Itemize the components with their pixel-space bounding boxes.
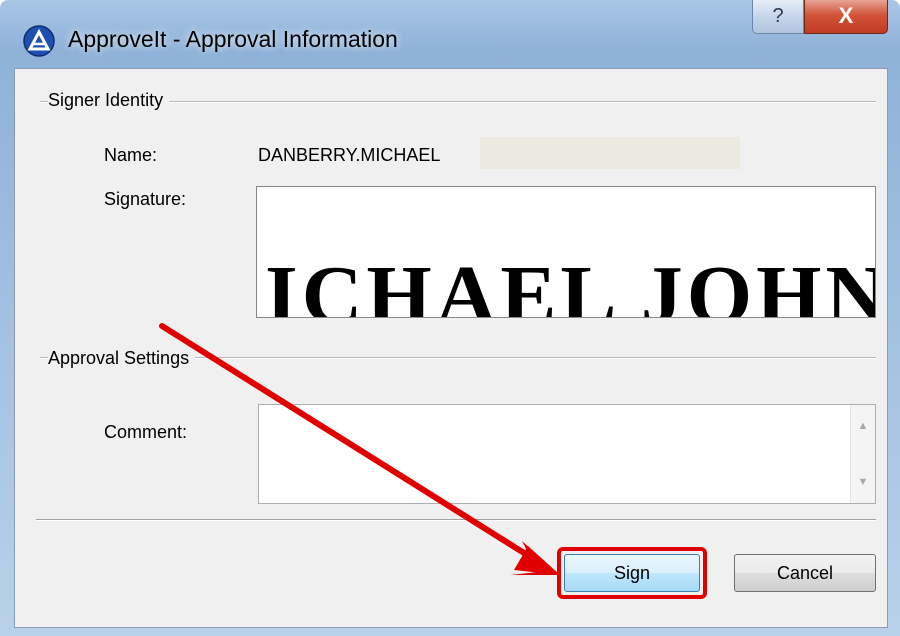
signer-identity-group-title: Signer Identity bbox=[48, 90, 170, 111]
sign-button-highlight bbox=[557, 547, 707, 599]
cancel-button[interactable]: Cancel bbox=[734, 554, 876, 592]
help-button[interactable]: ? bbox=[752, 0, 804, 34]
scroll-up-icon[interactable]: ▲ bbox=[851, 415, 875, 437]
signature-label: Signature: bbox=[104, 189, 187, 209]
comment-label: Comment: bbox=[104, 422, 188, 442]
scroll-down-icon[interactable]: ▼ bbox=[851, 471, 875, 493]
signature-image: ICHAEL JOHN bbox=[256, 186, 876, 318]
name-label: Name: bbox=[104, 145, 158, 165]
window-title: ApproveIt - Approval Information bbox=[68, 26, 398, 52]
comment-scrollbar[interactable]: ▲ ▼ bbox=[850, 405, 875, 503]
name-value: DANBERRY.MICHAEL bbox=[258, 145, 441, 165]
title-bar[interactable]: ApproveIt - Approval Information ? X bbox=[0, 0, 900, 78]
close-button[interactable]: X bbox=[804, 0, 888, 34]
button-separator bbox=[36, 519, 876, 521]
approval-settings-group-title: Approval Settings bbox=[48, 348, 196, 369]
name-value-field bbox=[480, 137, 740, 169]
signature-text: ICHAEL JOHN bbox=[265, 249, 876, 318]
comment-input[interactable]: ▲ ▼ bbox=[258, 404, 876, 504]
approveit-logo-icon bbox=[23, 25, 55, 57]
